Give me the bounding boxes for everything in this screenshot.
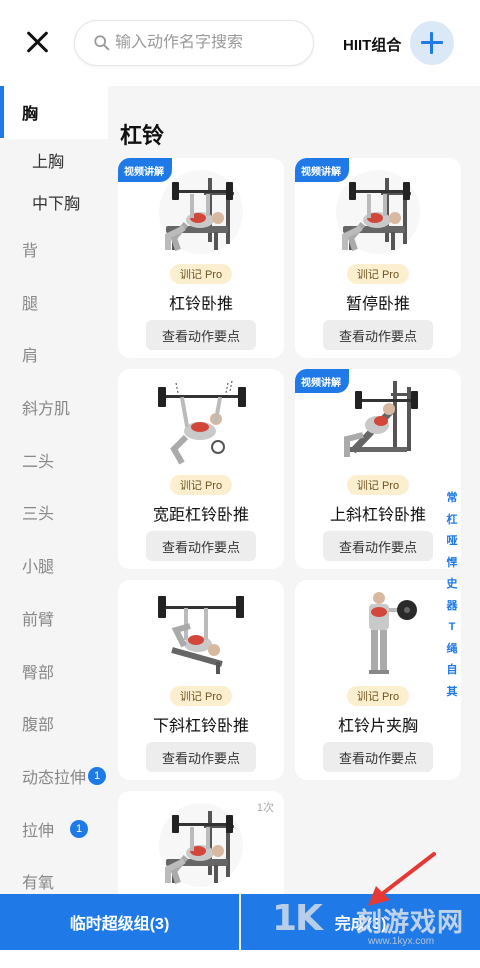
exercise-list: 杠铃 视频讲解 训记 Pro 杠铃卧推 查看动作要点 视频讲解 训记 Pro 暂… (108, 86, 480, 894)
sidebar-item-label: 动态拉伸 (22, 769, 87, 787)
sidebar-group-chest: 胸 上胸 中下胸 (0, 86, 108, 223)
exercise-illustration (369, 592, 417, 674)
view-keypoints-button[interactable]: 查看动作要点 (323, 531, 433, 561)
sidebar-item-trapezius[interactable]: 斜方肌 (0, 381, 108, 434)
sidebar-item-shoulders[interactable]: 肩 (0, 328, 108, 381)
exercise-card[interactable]: 训记 Pro 宽距杠铃卧推 查看动作要点 (118, 369, 284, 569)
exercise-name: 杠铃卧推 (168, 296, 233, 313)
exercise-illustration (156, 590, 246, 678)
close-icon[interactable] (24, 28, 52, 56)
hiit-combo-button[interactable]: HIIT组合 (343, 34, 401, 55)
sidebar-item-biceps[interactable]: 二头 (0, 433, 108, 486)
exercise-illustration (159, 170, 243, 254)
index-letter[interactable]: T (449, 617, 456, 639)
exercise-name: 杠铃片夹胸 (337, 718, 418, 735)
index-letter[interactable]: 常 (447, 488, 458, 510)
exercise-name: 暂停卧推 (345, 296, 410, 313)
search-input[interactable] (115, 34, 305, 52)
exercise-illustration (336, 170, 420, 254)
search-bar[interactable] (74, 20, 314, 66)
count-badge: 1 (88, 766, 107, 785)
index-letter[interactable]: 绳 (447, 639, 458, 661)
sidebar-item-legs[interactable]: 腿 (0, 275, 108, 328)
exercise-card[interactable]: 视频讲解 训记 Pro 暂停卧推 查看动作要点 (295, 158, 461, 358)
view-keypoints-button[interactable]: 查看动作要点 (146, 742, 256, 772)
sidebar-item-chest[interactable]: 胸 (0, 86, 108, 139)
sidebar-item-label: 拉伸 (22, 822, 55, 840)
sidebar-item-forearms[interactable]: 前臂 (0, 592, 108, 645)
exercise-card[interactable]: 视频讲解 训记 Pro 上斜杠铃卧推 查看动作要点 (295, 369, 461, 569)
bottom-strip (0, 950, 480, 968)
sidebar-item-calves[interactable]: 小腿 (0, 539, 108, 592)
bottom-action-bar: 临时超级组(3) 完成(3) (0, 894, 480, 950)
sidebar-item-dynamic-stretch[interactable]: 动态拉伸 1 (0, 750, 108, 803)
pro-tag: 训记 Pro (169, 475, 233, 495)
exercise-illustration (156, 379, 246, 467)
view-keypoints-button[interactable]: 查看动作要点 (323, 320, 433, 350)
view-keypoints-button[interactable]: 查看动作要点 (323, 742, 433, 772)
search-icon (94, 35, 110, 51)
exercise-card[interactable]: 视频讲解 训记 Pro 杠铃卧推 查看动作要点 (118, 158, 284, 358)
exercise-illustration (159, 803, 243, 887)
sidebar-item-triceps[interactable]: 三头 (0, 486, 108, 539)
index-letter[interactable]: 杠 (447, 510, 458, 532)
index-letter[interactable]: 其 (447, 682, 458, 704)
index-letter[interactable]: 器 (447, 596, 458, 618)
index-letter[interactable]: 史 (447, 574, 458, 596)
temporary-superset-button[interactable]: 临时超级组(3) (0, 894, 239, 950)
sidebar-item-cardio[interactable]: 有氧 (0, 855, 108, 894)
sidebar-item-glutes[interactable]: 臀部 (0, 644, 108, 697)
sidebar-subitem-upper-chest[interactable]: 上胸 (0, 138, 108, 181)
count-badge: 1 (70, 819, 89, 838)
exercise-card[interactable]: 1次 (118, 791, 284, 894)
pro-tag: 训记 Pro (346, 264, 410, 284)
pro-tag: 训记 Pro (346, 686, 410, 706)
section-title: 杠铃 (120, 123, 165, 148)
exercise-name: 上斜杠铃卧推 (329, 507, 426, 524)
index-letter[interactable]: 哑 (447, 531, 458, 553)
view-keypoints-button[interactable]: 查看动作要点 (146, 320, 256, 350)
index-letter[interactable]: 自 (447, 660, 458, 682)
sidebar-subitem-lower-chest[interactable]: 中下胸 (0, 180, 108, 223)
done-button[interactable]: 完成(3) (241, 894, 480, 950)
exercise-illustration (333, 379, 423, 467)
count-tag: 1次 (256, 802, 274, 814)
index-letter[interactable]: 悍 (447, 553, 458, 575)
header: HIIT组合 (0, 0, 480, 86)
exercise-name: 宽距杠铃卧推 (152, 507, 249, 524)
pro-tag: 训记 Pro (169, 686, 233, 706)
exercise-card[interactable]: 训记 Pro 下斜杠铃卧推 查看动作要点 (118, 580, 284, 780)
sidebar-item-abs[interactable]: 腹部 (0, 697, 108, 750)
pro-tag: 训记 Pro (346, 475, 410, 495)
exercise-card[interactable]: 训记 Pro 杠铃片夹胸 查看动作要点 (295, 580, 461, 780)
pro-tag: 训记 Pro (169, 264, 233, 284)
sidebar-item-stretch[interactable]: 拉伸 1 (0, 802, 108, 855)
exercise-name: 下斜杠铃卧推 (152, 718, 249, 735)
alphabet-index[interactable]: 常 杠 哑 悍 史 器 T 绳 自 其 (444, 488, 460, 703)
sidebar-item-back[interactable]: 背 (0, 223, 108, 276)
view-keypoints-button[interactable]: 查看动作要点 (146, 531, 256, 561)
category-sidebar: 胸 上胸 中下胸 背 腿 肩 斜方肌 二头 三头 小腿 前臂 臀部 腹部 动态拉… (0, 86, 108, 894)
divider (239, 894, 241, 950)
plus-icon[interactable] (410, 21, 454, 65)
